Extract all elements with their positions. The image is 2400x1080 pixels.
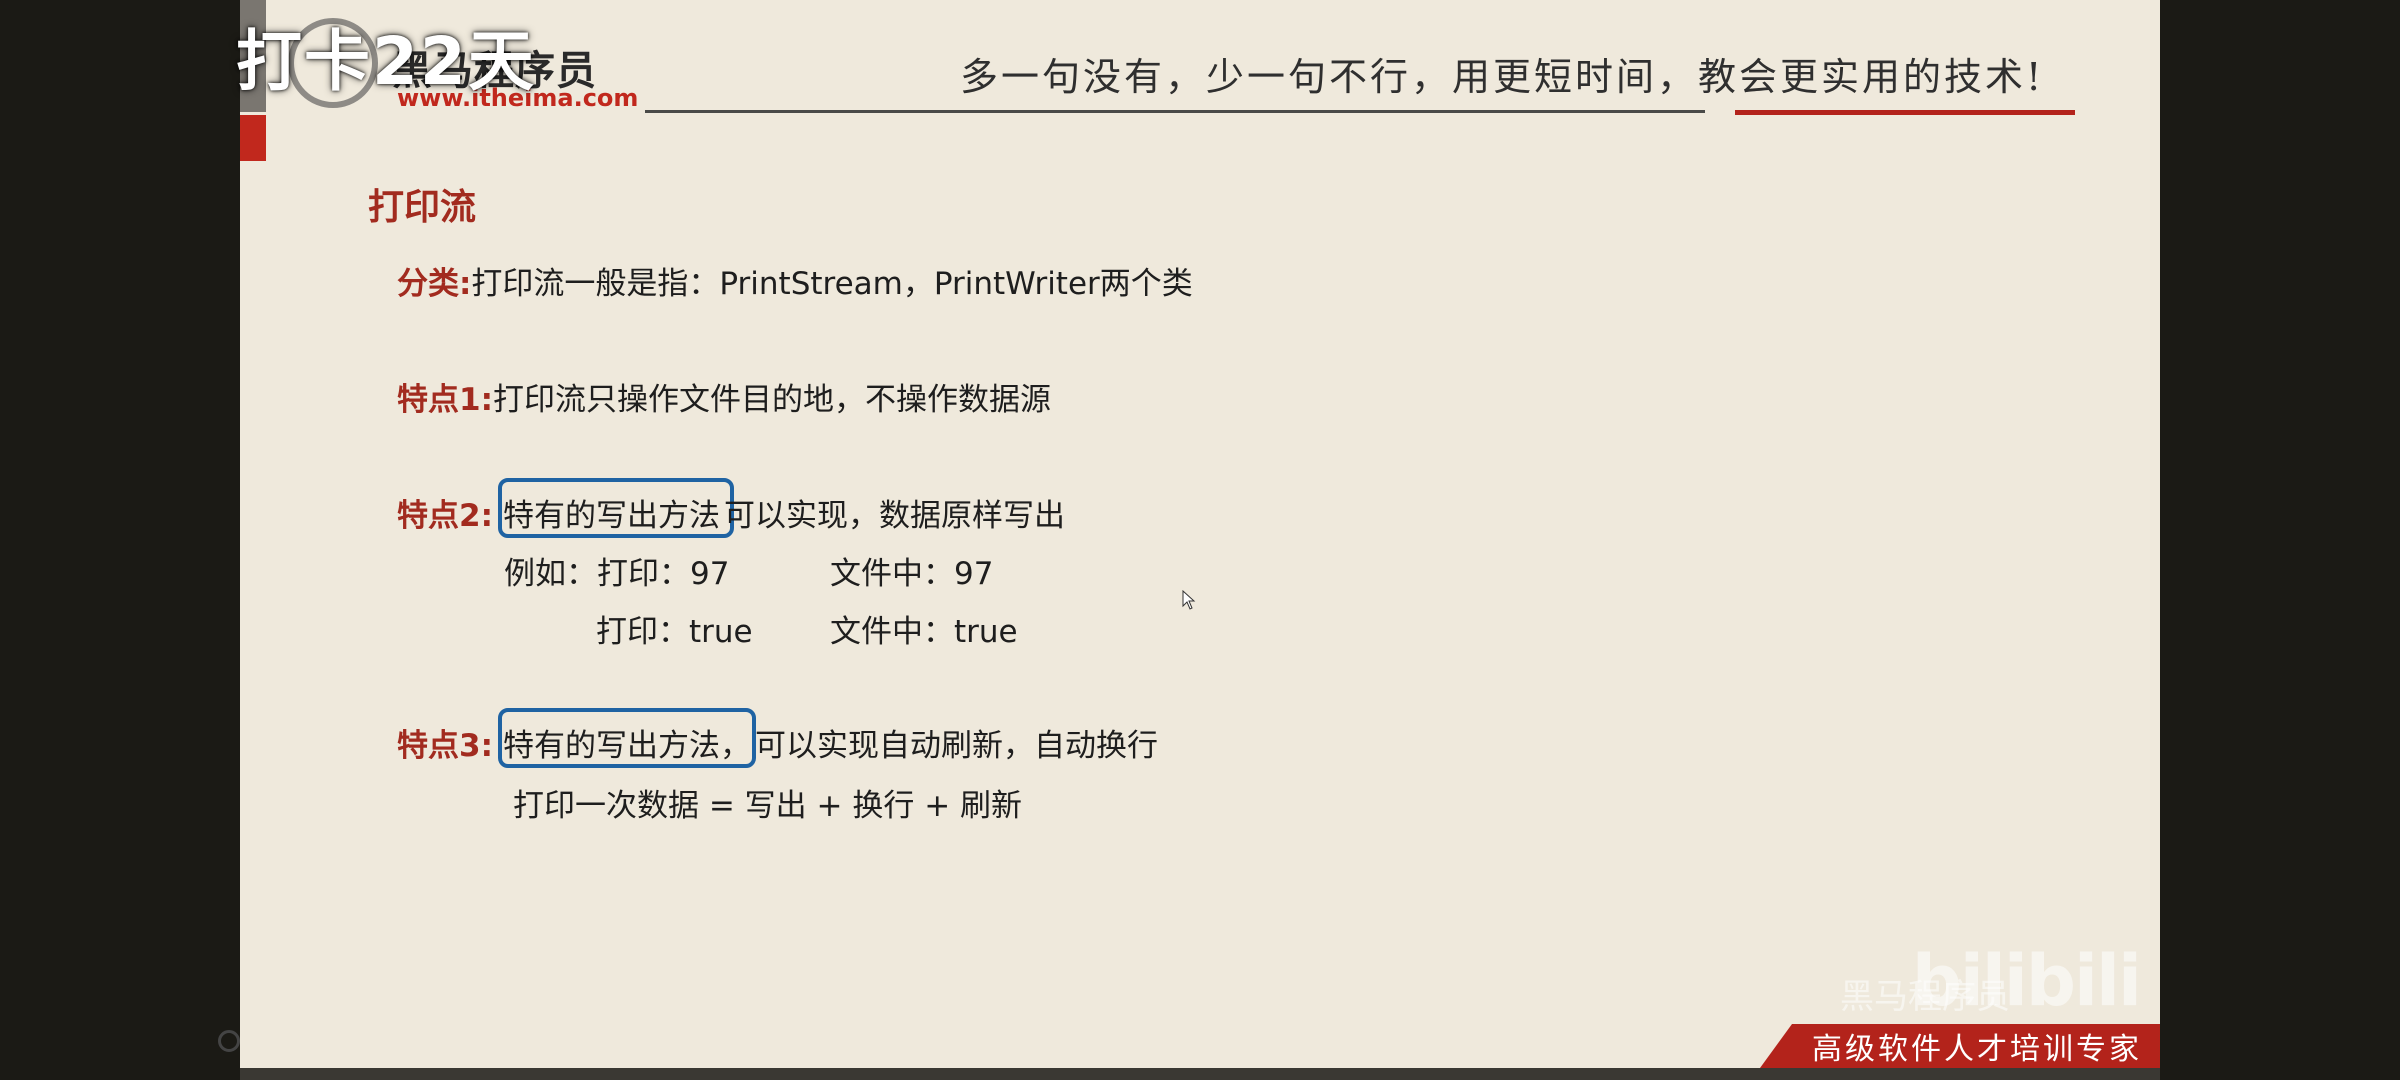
category-line: 分类:打印流一般是指：PrintStream，PrintWriter两个类: [397, 258, 1193, 303]
feature2-example-label: 例如：打印：97: [504, 556, 730, 592]
feature3-formula: 打印一次数据 = 写出 + 换行 + 刷新: [513, 788, 1023, 824]
feature3-line: 特点3: 特有的写出方法， 可以实现自动刷新，自动换行: [397, 720, 1158, 765]
bilibili-watermark: bilibili: [1911, 940, 2142, 1022]
feature3-boxed-text: 特有的写出方法，: [502, 728, 751, 764]
video-progress-bar[interactable]: [240, 1068, 2160, 1080]
feature3-text: 可以实现自动刷新，自动换行: [754, 728, 1158, 764]
footer-tagline: 高级软件人才培训专家: [1760, 1024, 2160, 1068]
category-key: 分类:: [397, 266, 472, 302]
search-icon[interactable]: [218, 1030, 240, 1052]
category-text: 打印流一般是指：PrintStream，PrintWriter两个类: [471, 266, 1193, 302]
left-accent-red: [240, 115, 266, 161]
feature2-example-file2: 文件中：true: [830, 614, 1018, 650]
mouse-cursor-icon: [1182, 590, 1196, 610]
feature2-line: 特点2: 特有的写出方法 可以实现，数据原样写出: [397, 490, 1065, 535]
feature2-example-print2: 打印：true: [596, 614, 753, 650]
checkin-badge: 打卡22天: [236, 23, 536, 100]
feature3-key: 特点3:: [397, 728, 493, 764]
feature1-text: 打印流只操作文件目的地，不操作数据源: [492, 382, 1051, 418]
header-rule-accent: [1735, 110, 2075, 115]
slogan: 多一句没有，少一句不行，用更短时间，教会更实用的技术!: [960, 55, 2045, 99]
header-rule: [645, 110, 1705, 113]
feature2-text: 可以实现，数据原样写出: [723, 498, 1065, 534]
feature1-key: 特点1:: [397, 382, 493, 418]
slide: 黑马程序员 www.itheima.com 多一句没有，少一句不行，用更短时间，…: [240, 0, 2160, 1068]
feature2-example-file1: 文件中：97: [830, 556, 994, 592]
slide-title: 打印流: [368, 187, 477, 228]
feature2-boxed-text: 特有的写出方法: [502, 498, 720, 534]
feature1-line: 特点1:打印流只操作文件目的地，不操作数据源: [397, 374, 1051, 419]
feature2-key: 特点2:: [397, 498, 493, 534]
